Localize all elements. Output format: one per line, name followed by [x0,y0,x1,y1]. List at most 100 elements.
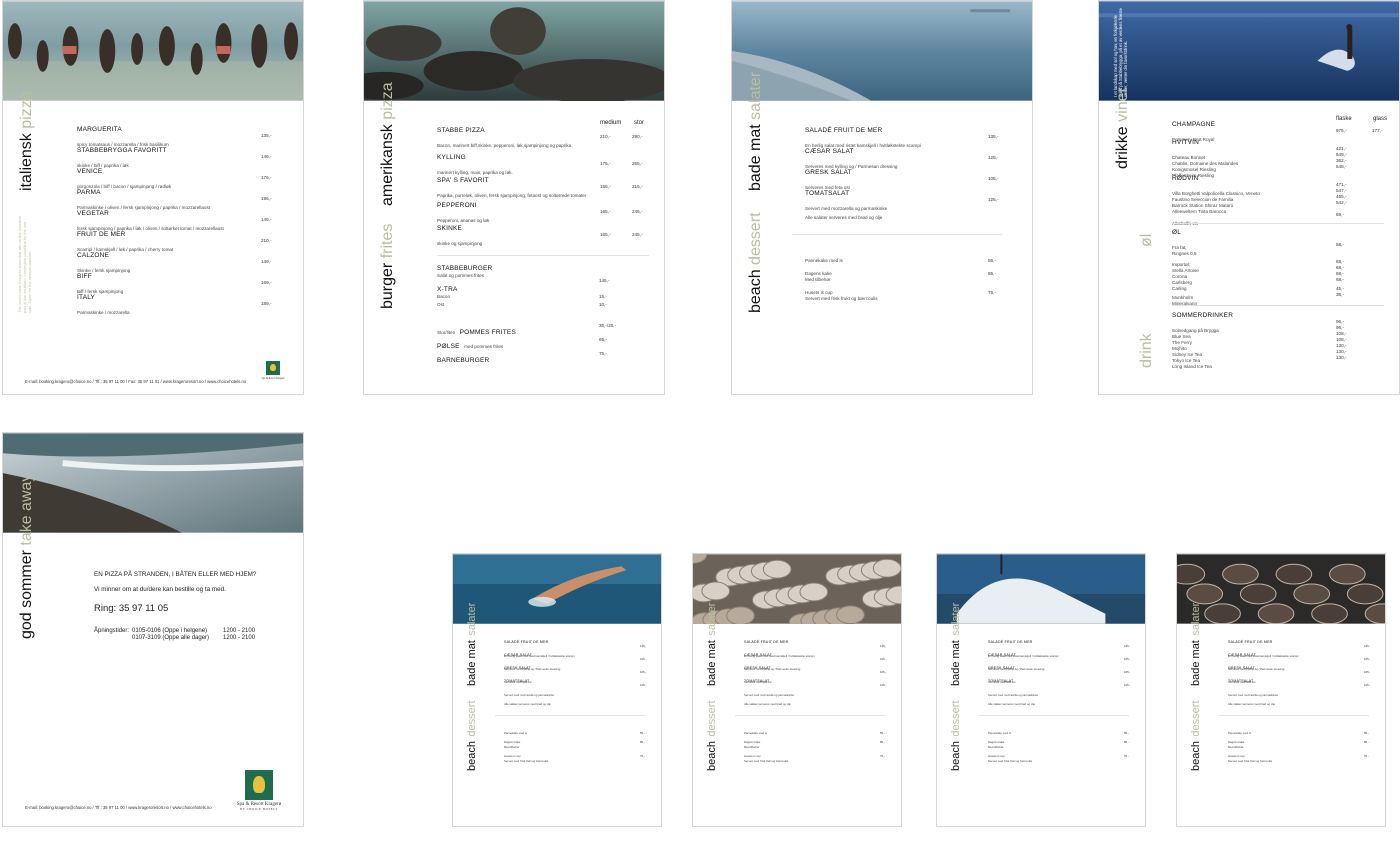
salads-heading: bade mat salater [703,603,719,686]
drink-price: 130,- [1336,349,1347,354]
item-price: 105,- [1124,670,1131,674]
menu-page-american: amerikansk pizza burger frites medium st… [363,0,665,395]
drink-price: 421,- [1336,146,1347,151]
footer-contact: E-mail: booking.kragero@choice.no / Tlf.… [25,805,212,810]
item-row: Parmaskinke / mozzarella 189,- [77,301,272,315]
item-row: Scampi / kamskjell / løk / paprika / che… [77,238,271,252]
dessert-item: Husets is cup Servert med frisk frukt og … [744,754,885,763]
extra-name: X-TRA [437,286,458,293]
drink-row: Pfaffenheim Riesling 548,- [1172,164,1384,178]
drink-price: 68,- [1336,259,1344,264]
takeaway-line-2: Vi minner om at du/dere kan bestille og … [94,586,226,593]
card-photo [693,554,901,624]
price-large: 265,- [632,161,643,166]
menu-item: VENICE gorgonzola / biff / bacon / sjampi… [77,168,271,189]
heading-dark: beach [1190,741,1202,771]
item-desc: Servert med mozzarella og parmaskinke [504,693,555,697]
item-row: Servert med mozzarella og parmaskinke 125… [988,683,1130,697]
salads-heading: bade mat salater [1187,603,1203,686]
item-desc: marinert kylling, mais, paprika og løk. [437,170,513,175]
drink-category-title: CHAMPAGNE [1172,121,1216,128]
drink-row: Carling 68,- [1172,277,1384,291]
dessert-name: Husets is cup [744,754,761,758]
item-price: 125,- [640,683,647,687]
item-name: SKINKE [437,225,463,232]
dessert-desc: Med tilbehør [504,745,520,749]
hours-2-time: 1200 - 2100 [223,635,256,641]
item-row: Serveres med feta ost 105,- [744,670,886,684]
item-name: CALZONE [77,252,110,259]
item-price: 169,- [261,280,272,285]
drink-price: 96,- [1336,325,1344,330]
item-name: PEPPERONI [437,202,477,209]
dessert-desc: Servert med frisk frukt og bærcoulis [504,759,549,763]
drink-row: Long Island Ice Tea 130,- [1172,355,1384,369]
heading-dark: beach [466,741,478,771]
menu-item: STABBE PIZZA Bacon, marinert biff,skinke,… [437,127,649,148]
item-row: Skinke / fersk sjampinjong 149,- [77,259,271,273]
burger-heading: burger frites [379,223,396,309]
dessert-name: Dagens kake [1228,740,1245,744]
menu-page-salads-small: bade mat salater SALADÉ FRUIT DE MER En he… [1176,553,1386,827]
salad-list: SALADÉ FRUIT DE MER En herlig salat med r… [504,640,647,697]
takeaway-phone: Ring: 35 97 11 05 [94,603,169,614]
drinks-heading: drikke viner [1114,87,1131,169]
item-row: Biff / fersk sjampinjong 169,- [77,280,272,294]
item-desc: Bacon, marinert biff,skinke, pepperoni, … [437,143,573,148]
item-name: PARMA [77,189,101,196]
item-row: marinert kylling, mais, paprika og løk. 1… [437,161,649,175]
menu-page-pizza: italiensk pizza The world-class Kragerø-… [2,0,304,395]
item-row: Servert med mozzarella og parmaskinke 125… [1228,683,1370,697]
menu-item: ITALY Parmaskinke / mozzarella 189,- [77,294,272,315]
dessert-item: Dagens kake Med tilbehør 85,- [805,271,999,282]
extra-1-price: 15,- [599,294,607,299]
item-price: 135,- [988,134,999,139]
drink-category-title: ØL [1172,229,1182,236]
dessert-heading: beach dessert [1187,700,1203,771]
drink-name: Long Island Ice Tea [1172,364,1212,369]
drink-price: 58,- [1336,242,1344,247]
menu-item: CALZONE Skinke / fersk sjampinjong 149,- [77,252,271,273]
drink-price-glass: 177,- [1372,128,1383,133]
item-row: Bacon, marinert biff,skinke, pepperoni, … [437,134,649,148]
american-heading: amerikansk pizza [379,82,396,206]
takeaway-line-1: EN PIZZA PÅ STRANDEN, I BÅTEN ELLER MED … [94,571,257,578]
divider [1172,305,1384,306]
menu-item: BIFF Biff / fersk sjampinjong 169,- [77,273,272,294]
dessert-heading: beach dessert [703,700,719,771]
item-row: En herlig salat med ristet kamskjell / h… [988,644,1130,658]
extra-1: Bacon [437,294,451,299]
divider [495,715,645,716]
menu-page-salads-small: bade mat salater SALADÉ FRUIT DE MER En he… [452,553,662,827]
heading-dark: bade mat [466,640,478,686]
dessert-price: 85,- [988,271,996,276]
item-name: SPA' S FAVORIT [437,177,489,184]
drink-row: Mineralvann 38,- [1172,292,1384,306]
item-desc: Servert med mozzarella og parmaskinke [988,693,1039,697]
menu-item: MARGUERITA spicy tomatsaus / mozzarella /… [77,126,271,147]
item-price: 135,- [640,644,647,648]
item-name: KYLLING [437,154,466,161]
drink-price: 130,- [1336,355,1347,360]
menu-item: SPA' S FAVORIT Paprika, purreløk, oliven,… [437,177,649,198]
menu-item: GRESK SALAT Serveres med feta ost 105,- [805,169,999,190]
drink-category-title: SOMMERDRINKER [1172,312,1234,319]
beach-wave-photo [3,433,303,533]
dessert-list: Pannekake med is 55,- Dagens kake Med tilbe… [1228,730,1369,768]
item-desc: Pepperoni, ananas og løk [437,218,490,223]
item-price: 146,- [261,154,272,159]
dessert-name: Pannekake med is [988,731,1012,735]
drink-row: Alkoholfri vin69,- [1172,212,1384,226]
burger-name: STABBEBURGER [437,265,493,272]
kids-name: BARNEBURGER [437,357,490,364]
dessert-name: Pannekake med is [504,731,528,735]
item-row: Serveres med kylling og / Parmesan dress… [805,155,999,169]
item-desc: Servert med mozzarella og parmaskinke [744,693,795,697]
item-desc: Parmaskinke / oliven / fersk sjampinjong… [77,205,211,210]
item-desc: Serveres med kylling og / Parmesan dress… [805,164,898,169]
calm-sea-photo [732,1,1032,101]
item-price: 135,- [1364,644,1371,648]
item-price: 189,- [261,301,272,306]
menu-item: VEGETAR fersk sjampinjong / paprika / løk… [77,210,271,231]
burger-section: STABBEBURGER Salat og pommes frites 145,… [437,265,649,364]
